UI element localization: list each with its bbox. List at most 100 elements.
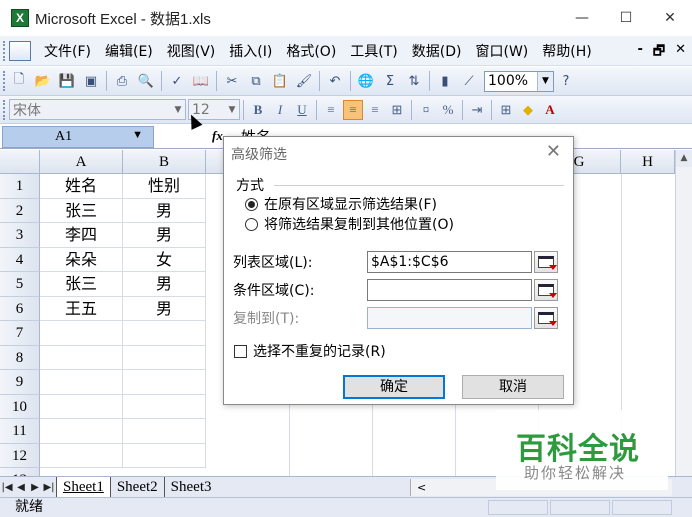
- undo-icon[interactable]: ↶: [325, 71, 345, 91]
- menu-view[interactable]: 视图(V): [160, 41, 223, 61]
- workbook-icon[interactable]: [9, 40, 31, 61]
- spelling-icon[interactable]: ✓: [167, 71, 187, 91]
- open-folder-icon[interactable]: 📂: [33, 71, 53, 91]
- cell-b12[interactable]: [123, 443, 206, 468]
- column-header-a[interactable]: A: [40, 150, 123, 174]
- indent-icon[interactable]: ⇥: [467, 100, 487, 120]
- italic-icon[interactable]: I: [270, 100, 290, 120]
- drawing-icon[interactable]: ⟋: [459, 71, 479, 91]
- row-header-1[interactable]: 1: [0, 174, 40, 199]
- cell-a7[interactable]: [40, 321, 123, 346]
- cell-b1[interactable]: 性别: [123, 174, 206, 199]
- next-sheet-icon[interactable]: ▶: [28, 482, 42, 493]
- help-icon[interactable]: ?: [556, 71, 576, 91]
- unique-records-option[interactable]: 选择不重复的记录(R): [234, 341, 386, 361]
- cell-a3[interactable]: 李四: [40, 223, 123, 248]
- row-header-10[interactable]: 10: [0, 394, 40, 419]
- cell-b4[interactable]: 女: [123, 247, 206, 272]
- row-header-12[interactable]: 12: [0, 443, 40, 468]
- row-header-5[interactable]: 5: [0, 272, 40, 297]
- new-file-icon[interactable]: 🗋: [9, 71, 29, 91]
- cell-a6[interactable]: 王五: [40, 296, 123, 321]
- row-header-2[interactable]: 2: [0, 198, 40, 223]
- menu-file[interactable]: 文件(F): [37, 41, 98, 61]
- cell-a8[interactable]: [40, 345, 123, 370]
- last-sheet-icon[interactable]: ▶|: [42, 482, 56, 493]
- column-header-b[interactable]: B: [123, 150, 206, 174]
- row-header-8[interactable]: 8: [0, 345, 40, 370]
- cell-a5[interactable]: 张三: [40, 272, 123, 297]
- select-all-corner[interactable]: [0, 150, 40, 174]
- align-right-icon[interactable]: ≡: [365, 100, 385, 120]
- cell-a2[interactable]: 张三: [40, 198, 123, 223]
- align-left-icon[interactable]: ≡: [321, 100, 341, 120]
- cell-b11[interactable]: [123, 419, 206, 444]
- name-box[interactable]: A1 ▼: [2, 126, 154, 148]
- copy-to-input[interactable]: [367, 307, 532, 329]
- vertical-scrollbar[interactable]: ▲: [675, 150, 692, 476]
- merge-center-icon[interactable]: ⊞: [387, 100, 407, 120]
- cell-a11[interactable]: [40, 419, 123, 444]
- menu-data[interactable]: 数据(D): [405, 41, 469, 61]
- workbook-restore-button[interactable]: 🗗: [653, 42, 665, 64]
- row-header-6[interactable]: 6: [0, 296, 40, 321]
- list-range-collapse-button[interactable]: [534, 251, 558, 273]
- insert-function-icon[interactable]: fx: [212, 128, 223, 144]
- cell-a10[interactable]: [40, 394, 123, 419]
- scroll-left-icon[interactable]: <: [417, 481, 426, 494]
- autosum-icon[interactable]: Σ: [380, 71, 400, 91]
- font-name-select[interactable]: 宋体 ▼: [9, 99, 186, 120]
- cell-b6[interactable]: 男: [123, 296, 206, 321]
- cell-b3[interactable]: 男: [123, 223, 206, 248]
- prev-sheet-icon[interactable]: ◀: [14, 482, 28, 493]
- row-header-13[interactable]: 13: [0, 468, 40, 476]
- cell-a4[interactable]: 朵朵: [40, 247, 123, 272]
- borders-icon[interactable]: ⊞: [496, 100, 516, 120]
- menu-window[interactable]: 窗口(W): [469, 41, 536, 61]
- list-range-input[interactable]: $A$1:$C$6: [367, 251, 532, 273]
- bold-icon[interactable]: B: [248, 100, 268, 120]
- tab-sheet1[interactable]: Sheet1: [56, 477, 110, 497]
- row-header-11[interactable]: 11: [0, 419, 40, 444]
- zoom-select[interactable]: 100% ▼: [484, 70, 554, 92]
- toolbar-grip[interactable]: [3, 99, 7, 120]
- toolbar-grip[interactable]: [3, 71, 7, 91]
- cut-icon[interactable]: ✂: [222, 71, 242, 91]
- cell-a1[interactable]: 姓名: [40, 174, 123, 199]
- save-icon[interactable]: 💾: [57, 71, 77, 91]
- close-icon[interactable]: ✕: [546, 141, 561, 162]
- workbook-close-button[interactable]: ✕: [675, 42, 686, 64]
- criteria-range-input[interactable]: [367, 279, 532, 301]
- column-header-h[interactable]: H: [621, 150, 675, 174]
- cell-a12[interactable]: [40, 443, 123, 468]
- toolbar-grip[interactable]: [3, 40, 7, 61]
- paste-icon[interactable]: 📋: [270, 71, 290, 91]
- cancel-button[interactable]: 取消: [462, 375, 564, 399]
- menu-help[interactable]: 帮助(H): [535, 41, 598, 61]
- fill-color-icon[interactable]: ◆: [518, 100, 538, 120]
- maximize-button[interactable]: ☐: [604, 0, 648, 36]
- menu-edit[interactable]: 编辑(E): [98, 41, 160, 61]
- cell-b2[interactable]: 男: [123, 198, 206, 223]
- chevron-down-icon[interactable]: ▼: [225, 100, 239, 119]
- scroll-up-icon[interactable]: ▲: [676, 150, 692, 167]
- copy-to-collapse-button[interactable]: [534, 307, 558, 329]
- row-header-4[interactable]: 4: [0, 247, 40, 272]
- print-preview-icon[interactable]: 🔍: [136, 71, 156, 91]
- hyperlink-icon[interactable]: 🌐: [356, 71, 376, 91]
- chevron-down-icon[interactable]: ▼: [537, 71, 553, 91]
- ok-button[interactable]: 确定: [343, 375, 445, 399]
- format-painter-icon[interactable]: 🖌: [294, 71, 314, 91]
- minimize-button[interactable]: —: [560, 0, 604, 36]
- chart-wizard-icon[interactable]: ▮: [435, 71, 455, 91]
- underline-icon[interactable]: U: [292, 100, 312, 120]
- chevron-down-icon[interactable]: ▼: [132, 129, 143, 141]
- chevron-down-icon[interactable]: ▼: [171, 100, 185, 119]
- tab-sheet2[interactable]: Sheet2: [109, 477, 164, 497]
- row-header-7[interactable]: 7: [0, 321, 40, 346]
- unique-records-checkbox[interactable]: [234, 344, 247, 358]
- cell-b10[interactable]: [123, 394, 206, 419]
- font-color-icon[interactable]: A: [540, 100, 560, 120]
- cell-b9[interactable]: [123, 370, 206, 395]
- workbook-minimize-button[interactable]: -: [637, 42, 642, 64]
